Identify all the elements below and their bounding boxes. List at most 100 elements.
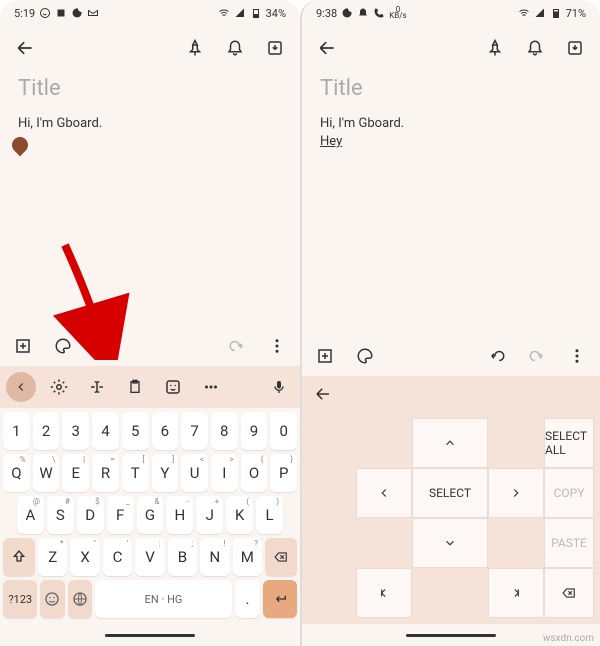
key-n[interactable]: N! <box>200 538 229 576</box>
select-button[interactable]: SELECT <box>412 468 488 518</box>
end-button[interactable] <box>488 568 544 618</box>
key-z[interactable]: Z* <box>38 538 67 576</box>
redo-button[interactable] <box>226 335 248 357</box>
undo-button[interactable] <box>486 345 508 367</box>
reminder-button[interactable] <box>224 37 246 59</box>
title-field[interactable]: Title <box>18 76 282 101</box>
shift-key[interactable] <box>3 538 35 576</box>
key-m[interactable]: M? <box>233 538 262 576</box>
left-phone: 5:19 34% Title Hi, I'm Gboar <box>0 0 300 646</box>
symbols-key[interactable]: ?123 <box>3 580 37 618</box>
period-key[interactable]: . <box>235 580 259 618</box>
keyboard-toolbar <box>0 366 300 408</box>
sticker-icon[interactable] <box>158 372 188 402</box>
clipboard-icon[interactable] <box>120 372 150 402</box>
redo-button[interactable] <box>526 345 548 367</box>
archive-button[interactable] <box>564 37 586 59</box>
blank <box>488 418 544 468</box>
paste-button[interactable]: PASTE <box>544 518 594 568</box>
note-body[interactable]: Hi, I'm Gboard. Hey <box>320 115 582 151</box>
language-key[interactable] <box>68 580 92 618</box>
app-bar <box>302 26 600 70</box>
key-5[interactable]: 5 <box>122 412 149 450</box>
home-button[interactable] <box>356 568 412 618</box>
add-box-button[interactable] <box>314 345 336 367</box>
cursor-panel-back-button[interactable] <box>312 383 334 405</box>
key-9[interactable]: 9 <box>241 412 268 450</box>
key-g[interactable]: G& <box>137 496 164 534</box>
note-editor[interactable]: Title Hi, I'm Gboard. Hey <box>302 70 600 336</box>
backspace-button[interactable] <box>544 568 594 618</box>
gear-icon[interactable] <box>44 372 74 402</box>
key-f[interactable]: F_ <box>107 496 134 534</box>
title-field[interactable]: Title <box>320 76 582 101</box>
copy-button[interactable]: COPY <box>544 468 594 518</box>
key-x[interactable]: X" <box>70 538 99 576</box>
key-p[interactable]: P} <box>270 454 297 492</box>
blank <box>356 418 412 468</box>
mic-icon[interactable] <box>264 372 294 402</box>
key-v[interactable]: V: <box>135 538 164 576</box>
palette-button[interactable] <box>354 345 376 367</box>
format-toolbar <box>0 326 300 366</box>
spacebar-key[interactable]: EN · HG <box>95 580 233 618</box>
key-e[interactable]: E| <box>62 454 89 492</box>
key-h[interactable]: H- <box>166 496 193 534</box>
key-l[interactable]: L) <box>256 496 283 534</box>
phone-icon <box>373 7 385 19</box>
arrow-up-button[interactable] <box>412 418 488 468</box>
key-w[interactable]: W\ <box>33 454 60 492</box>
key-r[interactable]: R= <box>92 454 119 492</box>
arrow-right-button[interactable] <box>488 468 544 518</box>
more-button[interactable] <box>266 335 288 357</box>
key-b[interactable]: B; <box>168 538 197 576</box>
pin-button[interactable] <box>484 37 506 59</box>
archive-button[interactable] <box>264 37 286 59</box>
palette-button[interactable] <box>52 335 74 357</box>
key-i[interactable]: I> <box>211 454 238 492</box>
key-y[interactable]: Y] <box>152 454 179 492</box>
key-4[interactable]: 4 <box>92 412 119 450</box>
key-t[interactable]: T[ <box>122 454 149 492</box>
key-7[interactable]: 7 <box>181 412 208 450</box>
backspace-key[interactable] <box>265 538 297 576</box>
moon-icon <box>341 7 353 19</box>
key-a[interactable]: A@ <box>17 496 44 534</box>
battery-percent: 71% <box>566 7 586 20</box>
pin-button[interactable] <box>184 37 206 59</box>
back-button[interactable] <box>316 37 338 59</box>
arrow-left-button[interactable] <box>356 468 412 518</box>
back-button[interactable] <box>14 37 36 59</box>
more-button[interactable] <box>566 345 588 367</box>
ellipsis-icon[interactable] <box>196 372 226 402</box>
arrow-down-button[interactable] <box>412 518 488 568</box>
square-icon <box>55 7 67 19</box>
note-editor[interactable]: Title Hi, I'm Gboard. <box>0 70 300 326</box>
collapse-toolbar-button[interactable] <box>6 372 36 402</box>
enter-key[interactable] <box>263 580 297 618</box>
gesture-nav-bar[interactable] <box>0 624 300 646</box>
key-s[interactable]: S# <box>47 496 74 534</box>
key-d[interactable]: D$ <box>77 496 104 534</box>
select-all-button[interactable]: SELECT ALL <box>544 418 594 468</box>
cursor-handle-icon[interactable] <box>9 134 32 157</box>
key-k[interactable]: K( <box>226 496 253 534</box>
text-cursor-icon[interactable] <box>82 372 112 402</box>
key-1[interactable]: 1 <box>3 412 30 450</box>
reminder-button[interactable] <box>524 37 546 59</box>
key-q[interactable]: Q% <box>3 454 30 492</box>
key-o[interactable]: O{ <box>241 454 268 492</box>
key-2[interactable]: 2 <box>33 412 60 450</box>
key-6[interactable]: 6 <box>152 412 179 450</box>
add-box-button[interactable] <box>12 335 34 357</box>
key-u[interactable]: U< <box>181 454 208 492</box>
key-3[interactable]: 3 <box>62 412 89 450</box>
key-j[interactable]: J+ <box>196 496 223 534</box>
clock: 9:38 <box>316 7 337 20</box>
qwerty-row-1: Q%W\E|R=T[Y]U<I>O{P} <box>3 454 297 492</box>
key-0[interactable]: 0 <box>270 412 297 450</box>
key-c[interactable]: C' <box>103 538 132 576</box>
key-8[interactable]: 8 <box>211 412 238 450</box>
note-body[interactable]: Hi, I'm Gboard. <box>18 115 282 149</box>
emoji-key[interactable] <box>40 580 64 618</box>
